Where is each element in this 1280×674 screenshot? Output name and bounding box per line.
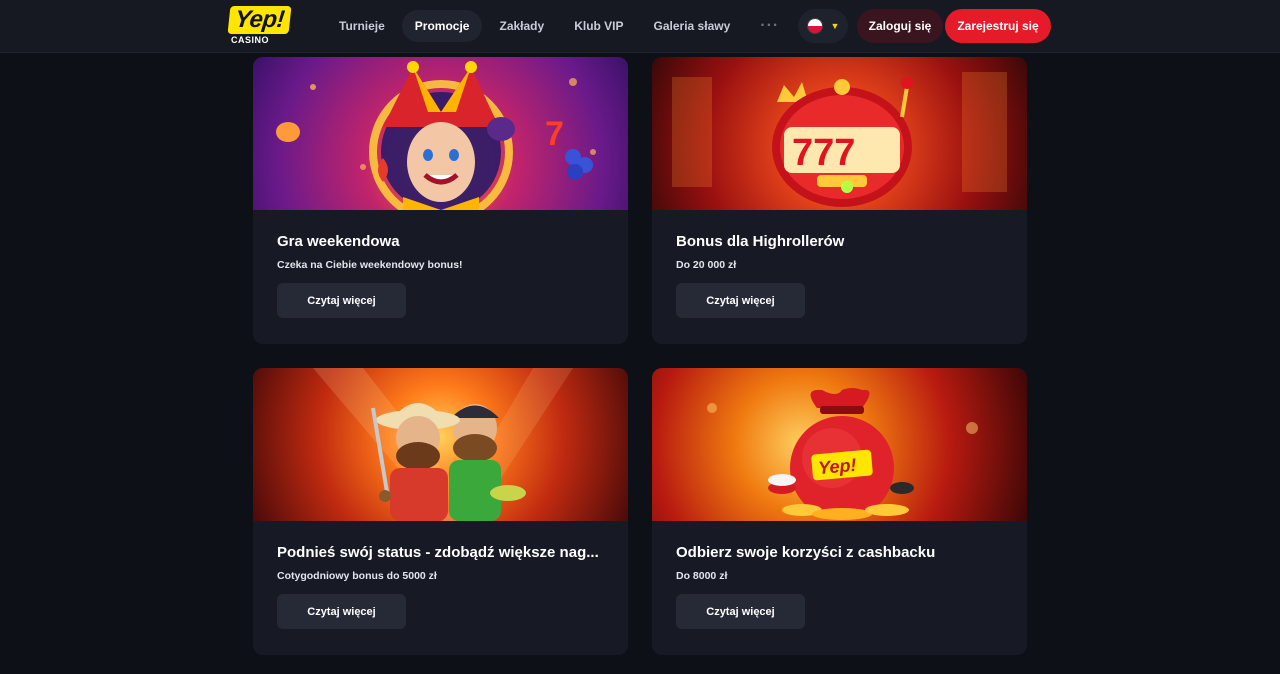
nav-item-zaklady[interactable]: Zakłady xyxy=(486,10,557,42)
read-more-button[interactable]: Czytaj więcej xyxy=(676,594,805,629)
login-button[interactable]: Zaloguj się xyxy=(857,9,943,43)
promo-title: Bonus dla Highrollerów xyxy=(676,233,845,250)
logo-text: Yep! xyxy=(227,6,292,34)
main-nav: Turnieje Promocje Zakłady Klub VIP Galer… xyxy=(326,10,792,42)
promo-card-highroller: 777 Bonus dla Highrollerów Do 20 000 zł … xyxy=(652,57,1027,344)
pl-flag-icon xyxy=(806,18,823,34)
nav-item-galeria-slawy[interactable]: Galeria sławy xyxy=(641,10,744,42)
svg-text:Yep!: Yep! xyxy=(817,455,857,478)
777-slot-machine-image: 777 xyxy=(652,57,1027,210)
svg-text:7: 7 xyxy=(545,115,564,153)
register-button[interactable]: Zarejestruj się xyxy=(945,9,1051,43)
more-menu-icon[interactable]: ··· xyxy=(747,10,792,42)
promo-subtitle: Cotygodniowy bonus do 5000 zł xyxy=(277,570,437,582)
promo-title: Gra weekendowa xyxy=(277,233,400,250)
promo-subtitle: Do 20 000 zł xyxy=(676,259,737,271)
promo-card-weekend: 7 Gra weekendowa Czeka na Ciebie weekend… xyxy=(253,57,628,344)
promo-title: Podnieś swój status - zdobądź większe na… xyxy=(277,544,599,561)
read-more-button[interactable]: Czytaj więcej xyxy=(277,594,406,629)
joker-slot-image: 7 xyxy=(253,57,628,210)
top-header: Yep! CASINO Turnieje Promocje Zakłady Kl… xyxy=(0,0,1280,53)
chevron-down-icon: ▼ xyxy=(830,21,840,31)
yep-casino-logo[interactable]: Yep! CASINO xyxy=(227,6,303,46)
logo-subtext: CASINO xyxy=(231,35,270,45)
money-bag-image: Yep! xyxy=(652,368,1027,521)
promo-subtitle: Czeka na Ciebie weekendowy bonus! xyxy=(277,259,463,271)
nav-item-turnieje[interactable]: Turnieje xyxy=(326,10,398,42)
promo-card-status: Podnieś swój status - zdobądź większe na… xyxy=(253,368,628,655)
language-selector[interactable]: ▼ xyxy=(798,9,848,43)
read-more-button[interactable]: Czytaj więcej xyxy=(277,283,406,318)
cowboys-image xyxy=(253,368,628,521)
nav-item-klub-vip[interactable]: Klub VIP xyxy=(561,10,636,42)
promo-card-cashback: Yep! Odbierz swoje korzyści z cashbacku … xyxy=(652,368,1027,655)
promo-title: Odbierz swoje korzyści z cashbacku xyxy=(676,544,936,561)
nav-item-promocje[interactable]: Promocje xyxy=(401,10,483,42)
promo-subtitle: Do 8000 zł xyxy=(676,570,728,582)
svg-text:777: 777 xyxy=(792,132,855,174)
read-more-button[interactable]: Czytaj więcej xyxy=(676,283,805,318)
